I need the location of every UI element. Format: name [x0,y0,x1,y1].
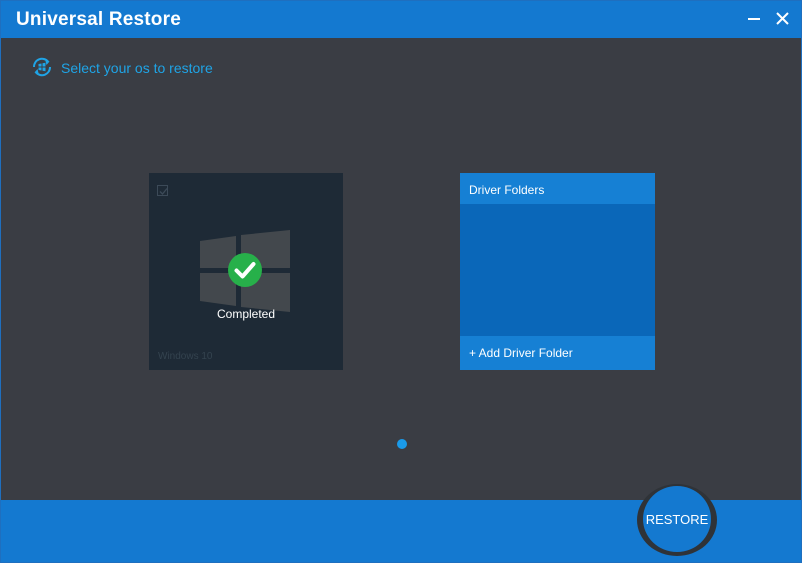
select-os-label: Select your os to restore [61,60,213,76]
title-bar: Universal Restore [1,1,801,38]
close-icon [776,12,789,25]
driver-folders-panel: Driver Folders + Add Driver Folder [460,173,655,370]
window-title: Universal Restore [16,9,181,30]
os-tile-windows[interactable]: Completed Windows 10 [149,173,343,370]
close-button[interactable] [771,7,795,31]
completed-check-icon [228,253,262,287]
page-indicator-dot[interactable] [397,439,407,449]
add-driver-folder-button[interactable]: + Add Driver Folder [460,336,655,370]
restore-button-label: RESTORE [645,512,709,527]
driver-folders-title: Driver Folders [469,183,545,197]
restore-windows-icon [32,57,52,77]
universal-restore-window: Universal Restore Select your os to rest… [0,0,802,563]
minimize-button[interactable] [743,7,767,31]
checkmark-icon [159,188,168,195]
minimize-icon [748,18,760,20]
os-name: Windows 10 [158,351,213,362]
os-select-checkbox[interactable] [157,185,168,196]
os-status: Completed [216,307,276,321]
restore-button[interactable]: RESTORE [643,486,711,552]
driver-folders-header: Driver Folders [460,173,655,204]
add-driver-folder-label: + Add Driver Folder [469,346,573,360]
